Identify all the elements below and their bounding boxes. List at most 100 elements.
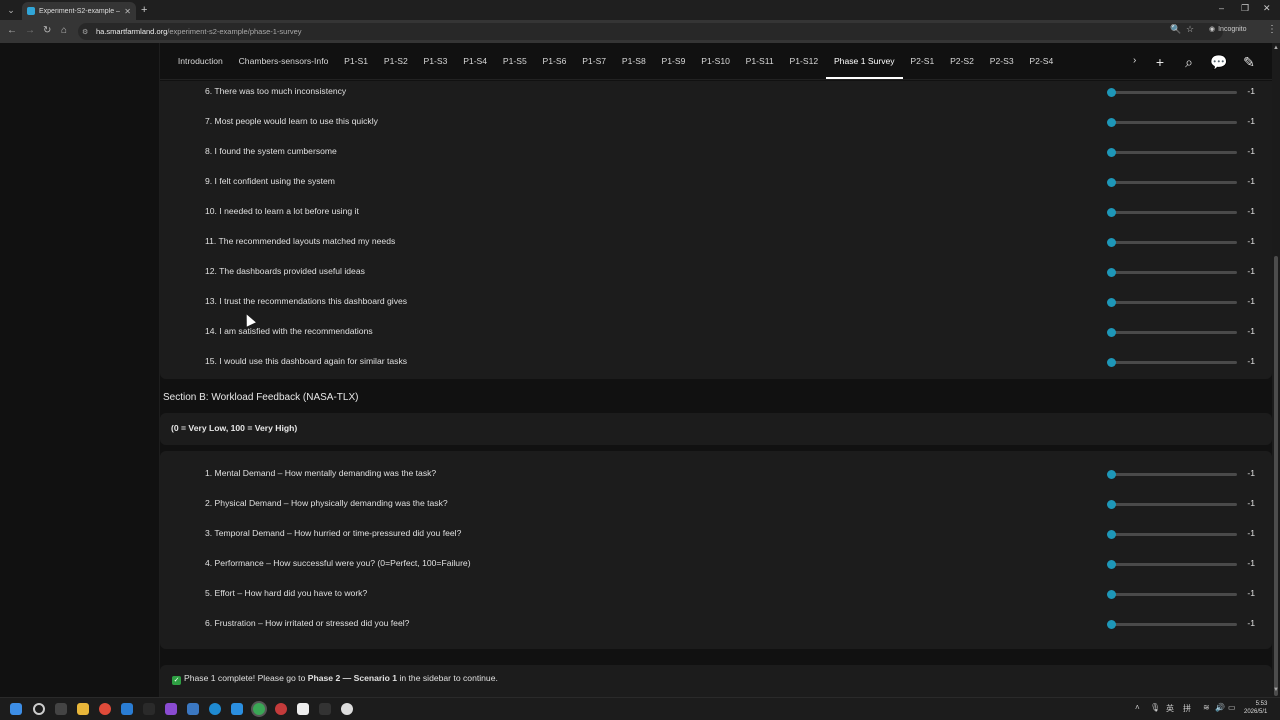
chrome-icon[interactable] [99,703,111,715]
wifi-icon[interactable]: ≋ [1203,703,1210,712]
tab-chambers-sensors-info[interactable]: Chambers-sensors-Info [231,43,337,80]
add-view-icon[interactable]: + [1149,51,1171,73]
tab-phase-1-survey[interactable]: Phase 1 Survey [826,43,903,80]
new-tab-icon[interactable]: + [141,3,147,17]
slider-thumb[interactable] [1107,148,1116,157]
tabs-scroll-right-icon[interactable]: › [1133,55,1136,66]
vscode-icon[interactable] [231,703,243,715]
minimize-icon[interactable]: – [1219,3,1224,13]
slider-thumb[interactable] [1107,530,1116,539]
slider-track[interactable] [1111,301,1237,304]
visual-studio-icon[interactable] [165,703,177,715]
task-view-icon[interactable] [55,703,67,715]
slider-track[interactable] [1111,473,1237,476]
tab-p1-s8[interactable]: P1-S8 [614,43,654,80]
url-field[interactable]: ⚙ ha.smartfarmland.org/experiment-s2-exa… [78,23,1223,40]
tab-p1-s6[interactable]: P1-S6 [535,43,575,80]
slider-thumb[interactable] [1107,118,1116,127]
slider-track[interactable] [1111,151,1237,154]
incognito-indicator[interactable]: ◉ Incognito [1209,25,1247,34]
zoom-icon[interactable]: 🔍 [1170,24,1181,35]
tab-p1-s12[interactable]: P1-S12 [782,43,826,80]
slider-track[interactable] [1111,271,1237,274]
edge-icon[interactable] [209,703,221,715]
home-icon[interactable]: ⌂ [61,24,67,38]
forward-icon[interactable]: → [25,24,35,38]
slider-track[interactable] [1111,241,1237,244]
system-clock[interactable]: 5:53 2026/5/1 [1244,700,1267,716]
browser-menu-icon[interactable]: ⋮ [1267,24,1277,35]
slider-thumb[interactable] [1107,238,1116,247]
slider-thumb[interactable] [1107,590,1116,599]
tab-search-dropdown-icon[interactable]: ⌄ [4,3,18,17]
tab-introduction[interactable]: Introduction [170,43,231,80]
tab-p1-s1[interactable]: P1-S1 [336,43,376,80]
media-player-icon[interactable] [341,703,353,715]
app-icon[interactable] [297,703,309,715]
slider-thumb[interactable] [1107,208,1116,217]
slider-track[interactable] [1111,503,1237,506]
slider-thumb[interactable] [1107,500,1116,509]
tab-p1-s7[interactable]: P1-S7 [574,43,614,80]
slider-track[interactable] [1111,623,1237,626]
slider-thumb[interactable] [1107,560,1116,569]
slider-track[interactable] [1111,211,1237,214]
language-indicator[interactable]: 英 [1166,703,1174,714]
reload-icon[interactable]: ↻ [43,24,51,38]
bookmark-star-icon[interactable]: ☆ [1186,24,1194,35]
tab-p1-s2[interactable]: P1-S2 [376,43,416,80]
scrollbar-thumb[interactable] [1274,256,1278,696]
tab-p1-s11[interactable]: P1-S11 [738,43,782,80]
slider-track[interactable] [1111,361,1237,364]
slider-track[interactable] [1111,121,1237,124]
tab-p2-s2[interactable]: P2-S2 [942,43,982,80]
microphone-icon[interactable]: 🎙 [1150,703,1160,712]
tab-p2-s1[interactable]: P2-S1 [903,43,943,80]
search-taskbar-icon[interactable] [33,703,45,715]
slider-thumb[interactable] [1107,88,1116,97]
scroll-down-icon[interactable]: ▼ [1273,687,1279,693]
slider-thumb[interactable] [1107,470,1116,479]
app-icon[interactable] [143,703,155,715]
slider-track[interactable] [1111,593,1237,596]
slider-thumb[interactable] [1107,178,1116,187]
app-icon[interactable] [187,703,199,715]
restore-icon[interactable]: ❐ [1241,3,1249,14]
slider-thumb[interactable] [1107,328,1116,337]
site-info-icon[interactable]: ⚙ [82,28,91,36]
tab-p1-s4[interactable]: P1-S4 [455,43,495,80]
scroll-up-icon[interactable]: ▲ [1273,45,1279,51]
close-tab-icon[interactable]: ✕ [124,7,131,16]
assist-chat-icon[interactable]: 💬 [1208,51,1230,73]
tab-p2-s4[interactable]: P2-S4 [1022,43,1062,80]
tray-overflow-icon[interactable]: ˄ [1135,703,1140,712]
slider-thumb[interactable] [1107,268,1116,277]
volume-icon[interactable]: 🔊 [1215,703,1225,712]
tab-p1-s3[interactable]: P1-S3 [416,43,456,80]
page-scrollbar[interactable]: ▲ ▼ [1272,43,1280,697]
tab-p1-s10[interactable]: P1-S10 [693,43,737,80]
tab-p2-s3[interactable]: P2-S3 [982,43,1022,80]
tab-p1-s5[interactable]: P1-S5 [495,43,535,80]
file-explorer-icon[interactable] [77,703,89,715]
slider-thumb[interactable] [1107,620,1116,629]
back-icon[interactable]: ← [7,24,17,38]
slider-track[interactable] [1111,331,1237,334]
app-icon[interactable] [319,703,331,715]
app-icon[interactable] [121,703,133,715]
battery-icon[interactable]: ▭ [1228,703,1236,712]
browser-tab[interactable]: Experiment-S2-example – H ✕ [22,2,136,20]
tab-p1-s9[interactable]: P1-S9 [654,43,694,80]
app-icon[interactable] [275,703,287,715]
slider-track[interactable] [1111,533,1237,536]
ime-indicator[interactable]: 拼 [1183,703,1191,714]
start-icon[interactable] [10,703,22,715]
close-window-icon[interactable]: ✕ [1263,3,1271,14]
slider-thumb[interactable] [1107,358,1116,367]
slider-track[interactable] [1111,563,1237,566]
slider-track[interactable] [1111,91,1237,94]
chrome-active-icon[interactable] [253,703,265,715]
slider-thumb[interactable] [1107,298,1116,307]
edit-dashboard-icon[interactable]: ✎ [1238,51,1260,73]
search-icon[interactable]: ⌕ [1178,51,1200,73]
